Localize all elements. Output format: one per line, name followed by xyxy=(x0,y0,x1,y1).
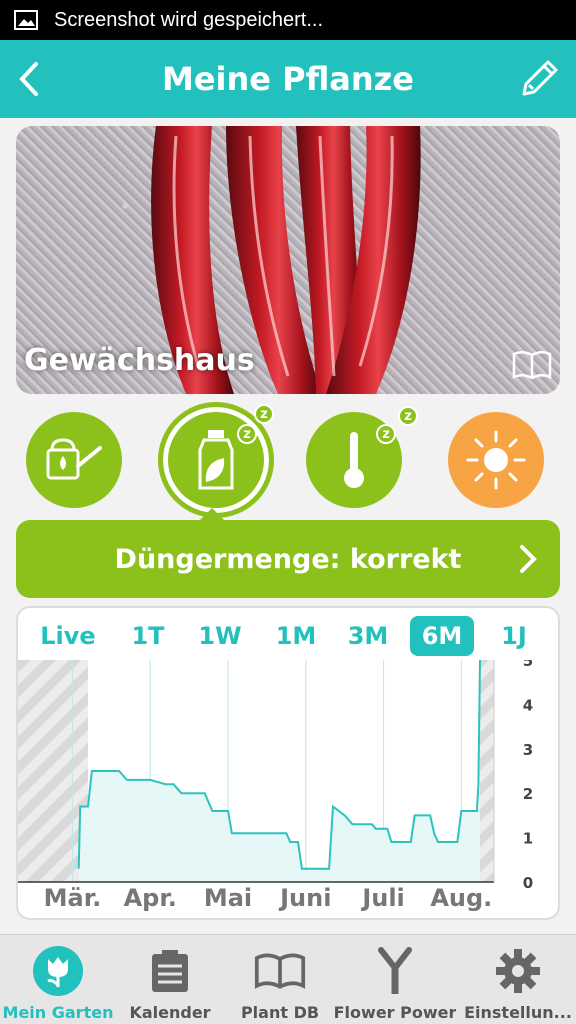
fertilizer-chart[interactable]: 0 1 2 3 4 5 Mär. Apr. Mai Juni Juli Aug. xyxy=(18,660,558,918)
watering-can-icon xyxy=(46,438,102,480)
no-data-region xyxy=(480,660,494,882)
book-icon[interactable] xyxy=(512,350,552,380)
range-live[interactable]: Live xyxy=(26,616,110,656)
nav-label: Flower Power xyxy=(333,1003,457,1022)
nav-item-flower-power[interactable]: Flower Power xyxy=(330,935,460,1024)
history-chart-card: Live 1T 1W 1M 3M 6M 1J 0 1 2 3 4 5 Mär. Apr. Mai Juni Ju… xyxy=(16,606,560,920)
series-area xyxy=(78,660,480,882)
fertilizer-icon xyxy=(198,430,234,490)
range-1j[interactable]: 1J xyxy=(492,616,536,656)
nav-item-plant-db[interactable]: Plant DB xyxy=(230,935,330,1024)
book-open-icon xyxy=(254,945,306,997)
x-tick-label: Mär. xyxy=(44,884,102,912)
no-data-region xyxy=(18,660,88,882)
fertilizer-status-banner[interactable]: Düngermenge: korrekt xyxy=(16,520,560,598)
x-tick-label: Aug. xyxy=(430,884,492,912)
x-tick-label: Juni xyxy=(278,884,331,912)
range-3m[interactable]: 3M xyxy=(336,616,400,656)
page-title: Meine Pflanze xyxy=(161,60,414,98)
y-tick-label: 2 xyxy=(523,785,533,803)
sun-icon xyxy=(466,430,526,490)
sleep-badge: z xyxy=(398,406,418,426)
plant-photo[interactable]: Gewächshaus xyxy=(16,126,560,394)
watering-sensor-button[interactable] xyxy=(26,412,122,508)
y-tick-label: 5 xyxy=(523,660,533,670)
nav-label: Kalender xyxy=(129,1003,211,1022)
sleep-badge: z xyxy=(376,424,396,444)
x-tick-label: Mai xyxy=(204,884,252,912)
x-tick-label: Juli xyxy=(360,884,404,912)
range-1t[interactable]: 1T xyxy=(118,616,178,656)
chevron-left-icon[interactable] xyxy=(14,60,44,98)
y-tick-label: 0 xyxy=(523,874,533,892)
nav-item-kalender[interactable]: Kalender xyxy=(116,935,224,1024)
x-tick-label: Apr. xyxy=(124,884,177,912)
sleep-badge: z xyxy=(237,424,257,444)
nav-item-einstellun[interactable]: Einstellun... xyxy=(460,935,576,1024)
location-label: Gewächshaus xyxy=(24,343,255,378)
thermometer-icon xyxy=(344,432,364,488)
bottom-navigation: Mein Garten Kalender Plant DB Flower Power E… xyxy=(0,934,576,1024)
sensor-fork-icon xyxy=(369,945,421,997)
status-text: Screenshot wird gespeichert... xyxy=(54,8,324,31)
gear-icon xyxy=(492,945,544,997)
nav-label: Mein Garten xyxy=(2,1003,114,1022)
nav-label: Einstellun... xyxy=(464,1003,572,1022)
nav-label: Plant DB xyxy=(240,1003,320,1022)
y-tick-label: 1 xyxy=(523,830,533,848)
chevron-right-icon xyxy=(520,545,537,573)
tulip-icon xyxy=(32,945,84,997)
range-6m[interactable]: 6M xyxy=(410,616,474,656)
image-icon xyxy=(14,10,38,30)
range-1m[interactable]: 1M xyxy=(264,616,328,656)
app-bar: Meine Pflanze xyxy=(0,40,576,118)
y-tick-label: 3 xyxy=(523,741,533,759)
pencil-icon[interactable] xyxy=(520,58,560,98)
nav-item-mein-garten[interactable]: Mein Garten xyxy=(0,935,116,1024)
sleep-badge: z xyxy=(254,404,274,424)
range-1w[interactable]: 1W xyxy=(190,616,250,656)
range-selector: Live 1T 1W 1M 3M 6M 1J xyxy=(18,616,558,656)
fertilizer-status-label: Düngermenge: korrekt xyxy=(114,543,462,575)
y-tick-label: 4 xyxy=(523,696,533,714)
status-bar: Screenshot wird gespeichert... xyxy=(0,0,576,40)
light-sensor-button[interactable] xyxy=(448,412,544,508)
calendar-icon xyxy=(144,945,196,997)
